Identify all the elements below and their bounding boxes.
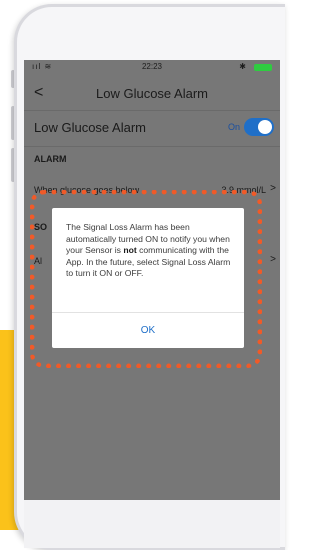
- phone-bottom-area: [24, 500, 280, 548]
- dialog-message: The Signal Loss Alarm has been automatic…: [66, 222, 232, 280]
- low-glucose-alarm-label: Low Glucose Alarm: [34, 120, 146, 135]
- low-glucose-alarm-toggle[interactable]: [244, 118, 274, 136]
- alarm-section-header-text: ALARM: [34, 154, 67, 164]
- page-title: Low Glucose Alarm: [96, 86, 208, 101]
- bluetooth-icon: ✱: [239, 62, 246, 71]
- divider: [24, 146, 280, 147]
- ok-button[interactable]: OK: [52, 313, 244, 348]
- status-bar: ııl ≋ 22:23 ✱: [24, 60, 280, 74]
- navigation-bar: < Low Glucose Alarm: [24, 80, 280, 108]
- low-glucose-alarm-row: Low Glucose Alarm On: [24, 112, 280, 144]
- dialog-message-emphasis: not: [123, 245, 137, 256]
- toggle-knob: [258, 120, 272, 134]
- alarm-section-header: ALARM: [24, 148, 280, 170]
- chevron-right-icon: >: [270, 254, 276, 265]
- chevron-right-icon: >: [270, 183, 276, 194]
- signal-loss-alert-dialog: The Signal Loss Alarm has been automatic…: [52, 208, 244, 348]
- battery-icon: [254, 64, 272, 71]
- toggle-state-label: On: [227, 122, 240, 132]
- divider: [24, 110, 280, 111]
